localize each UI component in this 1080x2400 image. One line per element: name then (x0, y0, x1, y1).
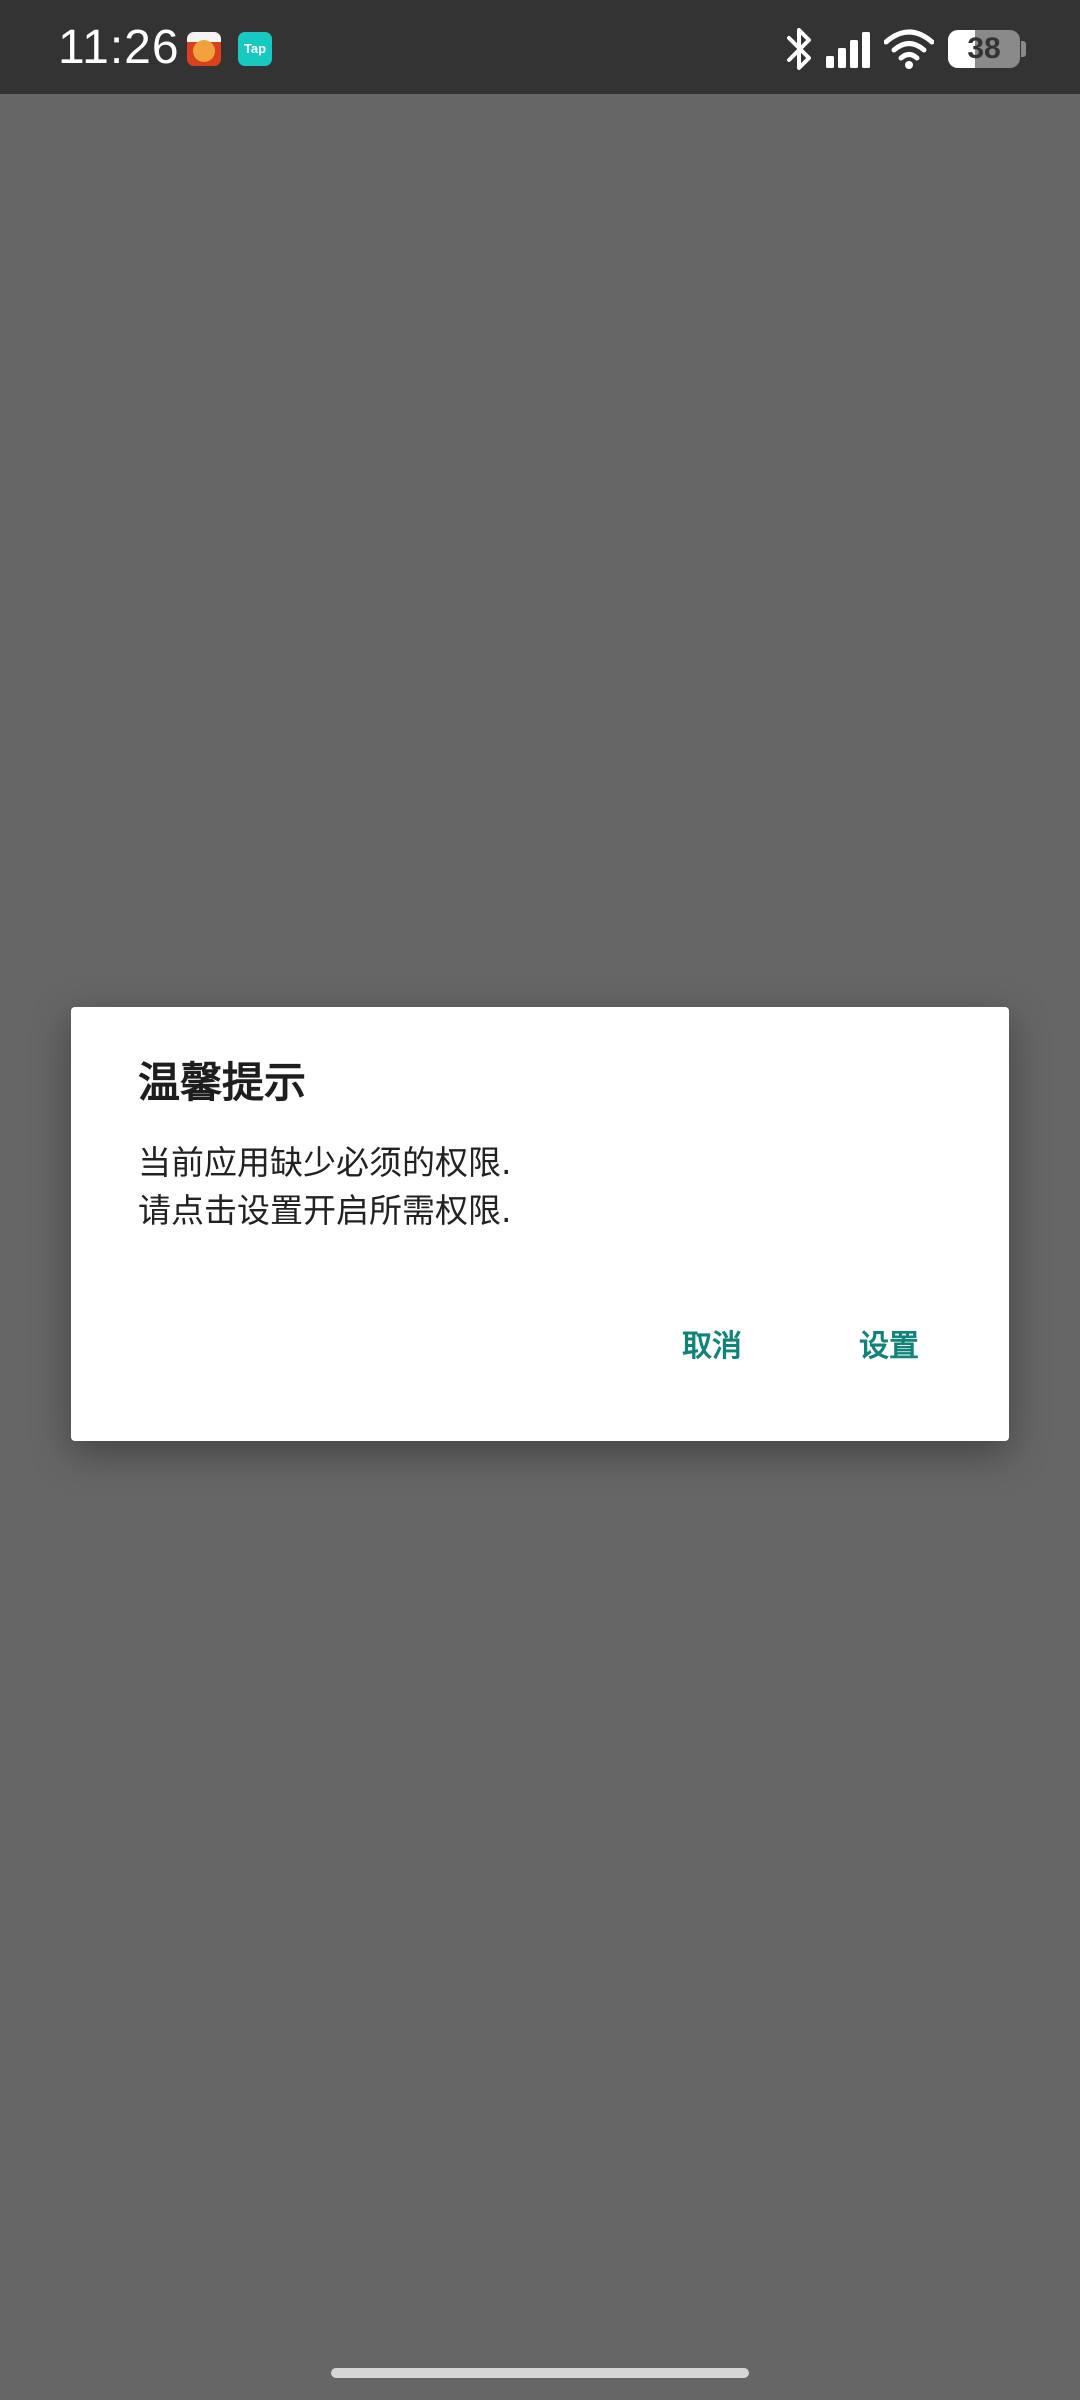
dialog-title: 温馨提示 (138, 1058, 307, 1107)
gesture-navigation-handle[interactable] (331, 2368, 749, 2378)
bluetooth-icon (787, 28, 811, 70)
status-time: 11:26 (58, 21, 180, 74)
dialog-message-line1: 当前应用缺少必须的权限. (138, 1143, 512, 1182)
wifi-icon (884, 29, 934, 69)
battery-level: 38 (967, 32, 1001, 65)
app-notification-icon (187, 32, 221, 66)
status-bar: 11:26 Tap 38 (0, 0, 1080, 94)
permission-dialog: 温馨提示 当前应用缺少必须的权限. 请点击设置开启所需权限. 取消 设置 (71, 1007, 1009, 1441)
settings-button[interactable]: 设置 (847, 1319, 931, 1375)
cancel-button[interactable]: 取消 (670, 1319, 754, 1375)
signal-icon (826, 32, 870, 68)
battery-icon: 38 (948, 30, 1020, 68)
battery-tip (1021, 41, 1026, 57)
dialog-message: 当前应用缺少必须的权限. 请点击设置开启所需权限. (138, 1139, 938, 1235)
taptap-notification-icon: Tap (238, 32, 272, 66)
dialog-message-line2: 请点击设置开启所需权限. (138, 1191, 512, 1230)
